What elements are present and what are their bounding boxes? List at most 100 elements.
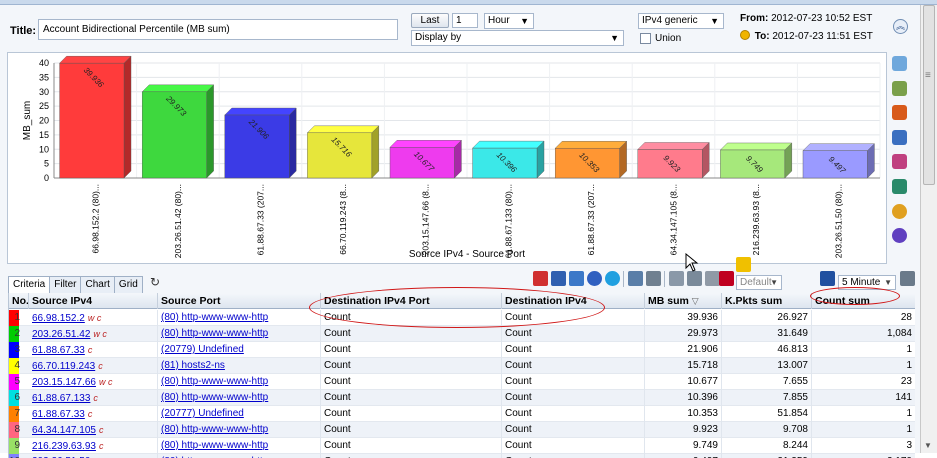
source-port-link[interactable]: (80) http-www-www-http (161, 440, 268, 451)
source-ip-cell[interactable]: 61.88.67.133 c (29, 390, 158, 406)
column-header-count-sum[interactable]: Count sum (812, 293, 915, 309)
columns-icon[interactable] (551, 271, 566, 286)
table-row[interactable]: 1 66.98.152.2 w c (80) http-www-www-http Cou… (9, 310, 915, 326)
column-header-source-ipv4[interactable]: Source IPv4 (29, 293, 158, 309)
scroll-down-icon[interactable]: ▼ (924, 441, 932, 450)
source-port-cell[interactable]: (80) http-www-www-http (158, 374, 321, 390)
table-row[interactable]: 7 61.88.67.33 c (20777) Undefined Count Count… (9, 406, 915, 422)
column-header-dest-port[interactable]: Destination IPv4 Port (321, 293, 502, 309)
source-port-cell[interactable]: (80) http-www-www-http (158, 422, 321, 438)
refresh-icon[interactable]: ↻ (150, 275, 160, 289)
source-port-link[interactable]: (80) http-www-www-http (161, 312, 268, 323)
source-port-cell[interactable]: (81) hosts2-ns (158, 358, 321, 374)
source-ip-link[interactable]: 203.26.51.42 (32, 329, 90, 340)
source-port-link[interactable]: (80) http-www-www-http (161, 392, 268, 403)
run-icon[interactable] (900, 271, 915, 286)
stacked-chart-icon[interactable] (892, 154, 907, 169)
tab-chart[interactable]: Chart (80, 276, 115, 293)
source-port-cell[interactable]: (80) http-www-www-http (158, 454, 321, 458)
table-row[interactable]: 10203.26.51.50(80) http-www-www-httpCoun… (9, 454, 915, 458)
source-port-link[interactable]: (80) http-www-www-http (161, 424, 268, 435)
last-count-input[interactable]: 1 (452, 13, 478, 28)
3d-bar-icon[interactable] (892, 105, 907, 120)
source-ip-link[interactable]: 216.239.63.93 (32, 441, 96, 452)
table-row[interactable]: 5 203.15.147.66 w c (80) http-www-www-http C… (9, 374, 915, 390)
source-port-cell[interactable]: (20779) Undefined (158, 342, 321, 358)
source-ip-cell[interactable]: 61.88.67.33 c (29, 342, 158, 358)
table-row[interactable]: 9 216.239.63.93 c (80) http-www-www-http Cou… (9, 438, 915, 454)
dest-ip-cell: Count (502, 390, 645, 406)
source-port-link[interactable]: (81) hosts2-ns (161, 360, 225, 371)
table-row[interactable]: 6 61.88.67.133 c (80) http-www-www-http Coun… (9, 390, 915, 406)
source-ip-cell[interactable]: 216.239.63.93 c (29, 438, 158, 454)
union-checkbox[interactable] (640, 33, 651, 44)
y-tick-label: 15 (39, 130, 49, 140)
source-port-cell[interactable]: (80) http-www-www-http (158, 310, 321, 326)
source-ip-cell[interactable]: 64.34.147.105 c (29, 422, 158, 438)
source-port-link[interactable]: (80) http-www-www-http (161, 328, 268, 339)
help-icon[interactable] (605, 271, 620, 286)
source-port-link[interactable]: (20779) Undefined (161, 344, 244, 355)
source-port-link[interactable]: (20777) Undefined (161, 408, 244, 419)
source-ip-link[interactable]: 61.88.67.33 (32, 409, 85, 420)
kpkts-sum-cell: 13.007 (722, 358, 812, 374)
source-ip-link[interactable]: 66.98.152.2 (32, 313, 85, 324)
donut-chart-icon[interactable] (892, 204, 907, 219)
scrollbar-thumb[interactable] (923, 5, 935, 185)
source-ip-cell[interactable]: 66.70.119.243 c (29, 358, 158, 374)
export-icon[interactable] (533, 271, 548, 286)
source-port-cell[interactable]: (80) http-www-www-http (158, 390, 321, 406)
settings-icon[interactable] (705, 271, 720, 286)
default-select[interactable]: Default ▼ (736, 275, 782, 290)
source-port-cell[interactable]: (80) http-www-www-http (158, 438, 321, 454)
source-ip-link[interactable]: 61.88.67.33 (32, 345, 85, 356)
line-chart-icon[interactable] (892, 81, 907, 96)
title-input[interactable]: Account Bidirectional Percentile (MB sum… (38, 19, 398, 40)
collapse-icon[interactable]: ︽ (893, 19, 908, 34)
tab-filter[interactable]: Filter (49, 276, 82, 293)
tab-criteria[interactable]: Criteria (8, 276, 51, 293)
bar-chart-icon[interactable] (892, 130, 907, 145)
source-ip-link[interactable]: 66.70.119.243 (32, 361, 95, 372)
source-port-cell[interactable]: (80) http-www-www-http (158, 326, 321, 342)
schedule-icon[interactable] (820, 271, 835, 286)
last-button[interactable]: Last (411, 13, 449, 28)
source-port-link[interactable]: (80) http-www-www-http (161, 376, 268, 387)
source-ip-link[interactable]: 61.88.67.133 (32, 393, 90, 404)
tree-icon[interactable] (646, 271, 661, 286)
tab-grid[interactable]: Grid (113, 276, 143, 293)
scatter-chart-icon[interactable] (892, 179, 907, 194)
source-ip-cell[interactable]: 61.88.67.33 c (29, 406, 158, 422)
interval-select[interactable]: 5 Minute ▼ (838, 275, 896, 290)
count-sum-cell: 3 (812, 438, 915, 454)
info-icon[interactable] (587, 271, 602, 286)
source-ip-cell[interactable]: 203.26.51.42 w c (29, 326, 158, 342)
column-header-no[interactable]: No. (9, 293, 29, 309)
zoom-icon[interactable] (669, 271, 684, 286)
column-header-mb-sum[interactable]: MB sum ▽ (645, 293, 722, 309)
source-ip-cell[interactable]: 203.15.147.66 w c (29, 374, 158, 390)
table-row[interactable]: 8 64.34.147.105 c (80) http-www-www-http Cou… (9, 422, 915, 438)
vertical-scrollbar[interactable]: ≡ ▼ (920, 5, 937, 453)
ip-version-select[interactable]: IPv4 generic ▼ (638, 13, 724, 29)
pie-chart-icon[interactable] (892, 228, 907, 243)
table-row[interactable]: 2 203.26.51.42 w c (80) http-www-www-http Co… (9, 326, 915, 342)
source-ip-link[interactable]: 64.34.147.105 (32, 425, 96, 436)
period-select[interactable]: Hour ▼ (484, 13, 534, 29)
column-header-kpkts-sum[interactable]: K.Pkts sum (722, 293, 812, 309)
source-port-cell[interactable]: (20777) Undefined (158, 406, 321, 422)
source-ip-cell[interactable]: 66.98.152.2 w c (29, 310, 158, 326)
area-chart-icon[interactable] (892, 56, 907, 71)
tools-icon[interactable] (687, 271, 702, 286)
color-icon[interactable] (719, 271, 734, 286)
column-header-source-port[interactable]: Source Port (158, 293, 321, 309)
filter-icon[interactable] (569, 271, 584, 286)
highlight-icon[interactable] (736, 257, 751, 272)
column-header-dest-ipv4[interactable]: Destination IPv4 (502, 293, 645, 309)
table-row[interactable]: 3 61.88.67.33 c (20779) Undefined Count Count… (9, 342, 915, 358)
sum-icon[interactable] (628, 271, 643, 286)
source-ip-link[interactable]: 203.15.147.66 (32, 377, 96, 388)
display-by-select[interactable]: Display by ▼ (411, 30, 624, 46)
source-ip-cell[interactable]: 203.26.51.50 (29, 454, 158, 458)
table-row[interactable]: 4 66.70.119.243 c (81) hosts2-ns Count Count 1… (9, 358, 915, 374)
